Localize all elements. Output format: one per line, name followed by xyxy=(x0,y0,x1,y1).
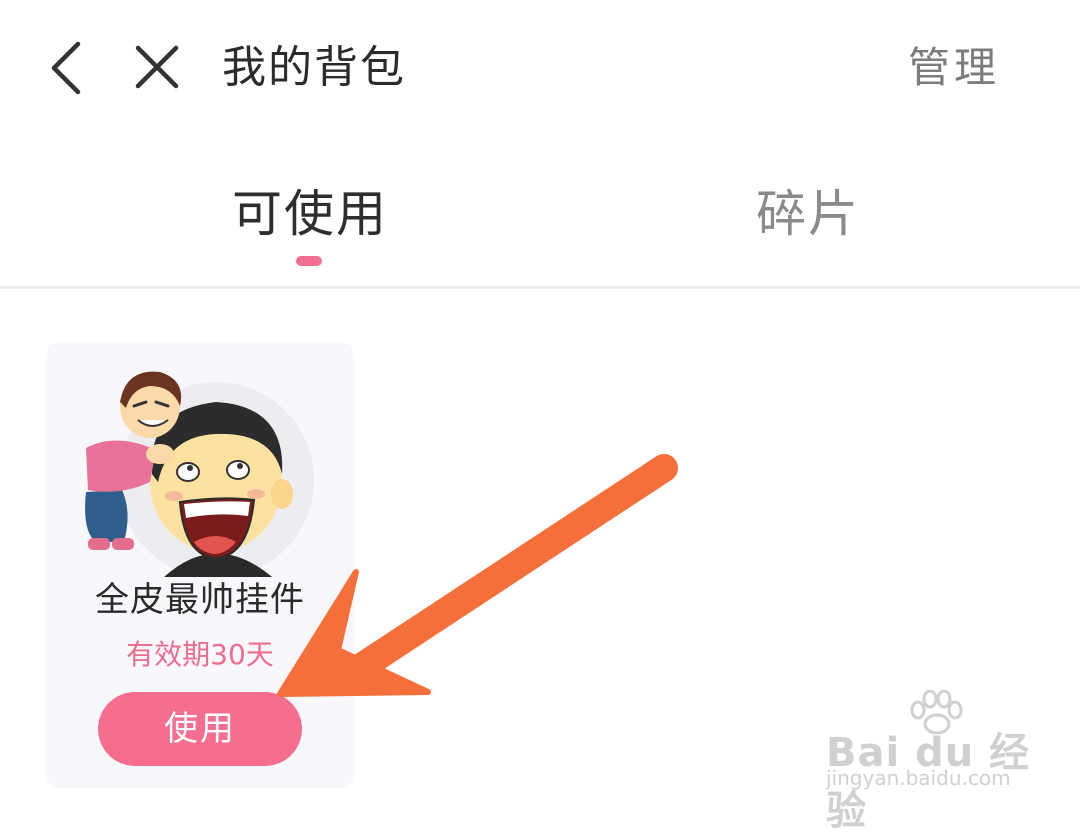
close-icon xyxy=(128,38,188,98)
manage-button[interactable]: 管理 xyxy=(908,40,1000,96)
item-card[interactable]: 全皮最帅挂件 有效期30天 使用 xyxy=(46,342,354,788)
use-button[interactable]: 使用 xyxy=(98,692,302,766)
watermark: Bai du 经验 jingyan.baidu.com xyxy=(826,686,1066,796)
close-button[interactable] xyxy=(128,38,188,98)
cartoon-avatar-pendant-icon xyxy=(76,362,326,577)
back-button[interactable] xyxy=(40,36,96,100)
top-bar: 我的背包 管理 xyxy=(0,0,1080,135)
tab-available[interactable]: 可使用 xyxy=(232,180,388,248)
watermark-url: jingyan.baidu.com xyxy=(826,766,1011,790)
tab-fragments[interactable]: 碎片 xyxy=(756,180,860,248)
page-title: 我的背包 xyxy=(222,40,406,96)
item-expiry: 有效期30天 xyxy=(46,636,354,674)
divider xyxy=(0,286,1080,289)
tab-bar: 可使用 碎片 xyxy=(0,160,1080,286)
item-name: 全皮最帅挂件 xyxy=(46,578,354,622)
active-tab-indicator xyxy=(296,256,322,266)
chevron-left-icon xyxy=(40,36,96,100)
